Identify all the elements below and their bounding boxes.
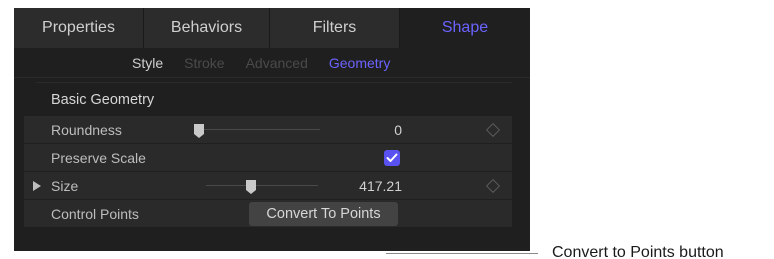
size-slider-thumb[interactable] (245, 180, 256, 194)
tab-properties[interactable]: Properties (14, 8, 144, 48)
section-title: Basic Geometry (51, 92, 155, 108)
preserve-scale-checkbox[interactable] (384, 150, 400, 166)
tab-filters[interactable]: Filters (270, 8, 400, 48)
size-value[interactable]: 417.21 (359, 178, 402, 194)
convert-to-points-button[interactable]: Convert To Points (249, 202, 398, 226)
size-slider-track[interactable] (206, 185, 318, 186)
roundness-keyframe-icon[interactable] (485, 122, 501, 138)
inspector-panel: Properties Behaviors Filters Shape Style… (14, 8, 530, 251)
subtab-stroke[interactable]: Stroke (184, 55, 224, 71)
checkmark-icon (386, 153, 398, 162)
roundness-value[interactable]: 0 (394, 122, 402, 138)
preserve-scale-label: Preserve Scale (51, 150, 146, 166)
row-size: Size 417.21 (24, 172, 512, 200)
roundness-slider-track[interactable] (194, 129, 320, 130)
inspector-tabs: Properties Behaviors Filters Shape (14, 8, 530, 48)
tab-shape[interactable]: Shape (400, 8, 530, 48)
subtab-geometry[interactable]: Geometry (329, 55, 390, 71)
row-roundness: Roundness 0 (24, 116, 512, 144)
section-divider (36, 82, 512, 83)
parameter-rows: Roundness 0 Preserve Scale Size 417.21 C… (24, 116, 512, 228)
roundness-label: Roundness (51, 122, 122, 138)
row-control-points: Control Points Convert To Points (24, 200, 512, 228)
disclosure-triangle-icon[interactable] (33, 181, 41, 191)
size-label: Size (51, 178, 79, 194)
subtab-style[interactable]: Style (132, 55, 163, 71)
tab-behaviors[interactable]: Behaviors (144, 8, 270, 48)
subtab-advanced[interactable]: Advanced (246, 55, 308, 71)
callout-line (386, 253, 538, 254)
roundness-slider-thumb[interactable] (194, 124, 204, 138)
callout-label: Convert to Points button (552, 244, 724, 259)
row-preserve-scale: Preserve Scale (24, 144, 512, 172)
control-points-label: Control Points (51, 206, 139, 222)
size-keyframe-icon[interactable] (485, 178, 501, 194)
shape-subtabs: Style Stroke Advanced Geometry (14, 48, 530, 78)
